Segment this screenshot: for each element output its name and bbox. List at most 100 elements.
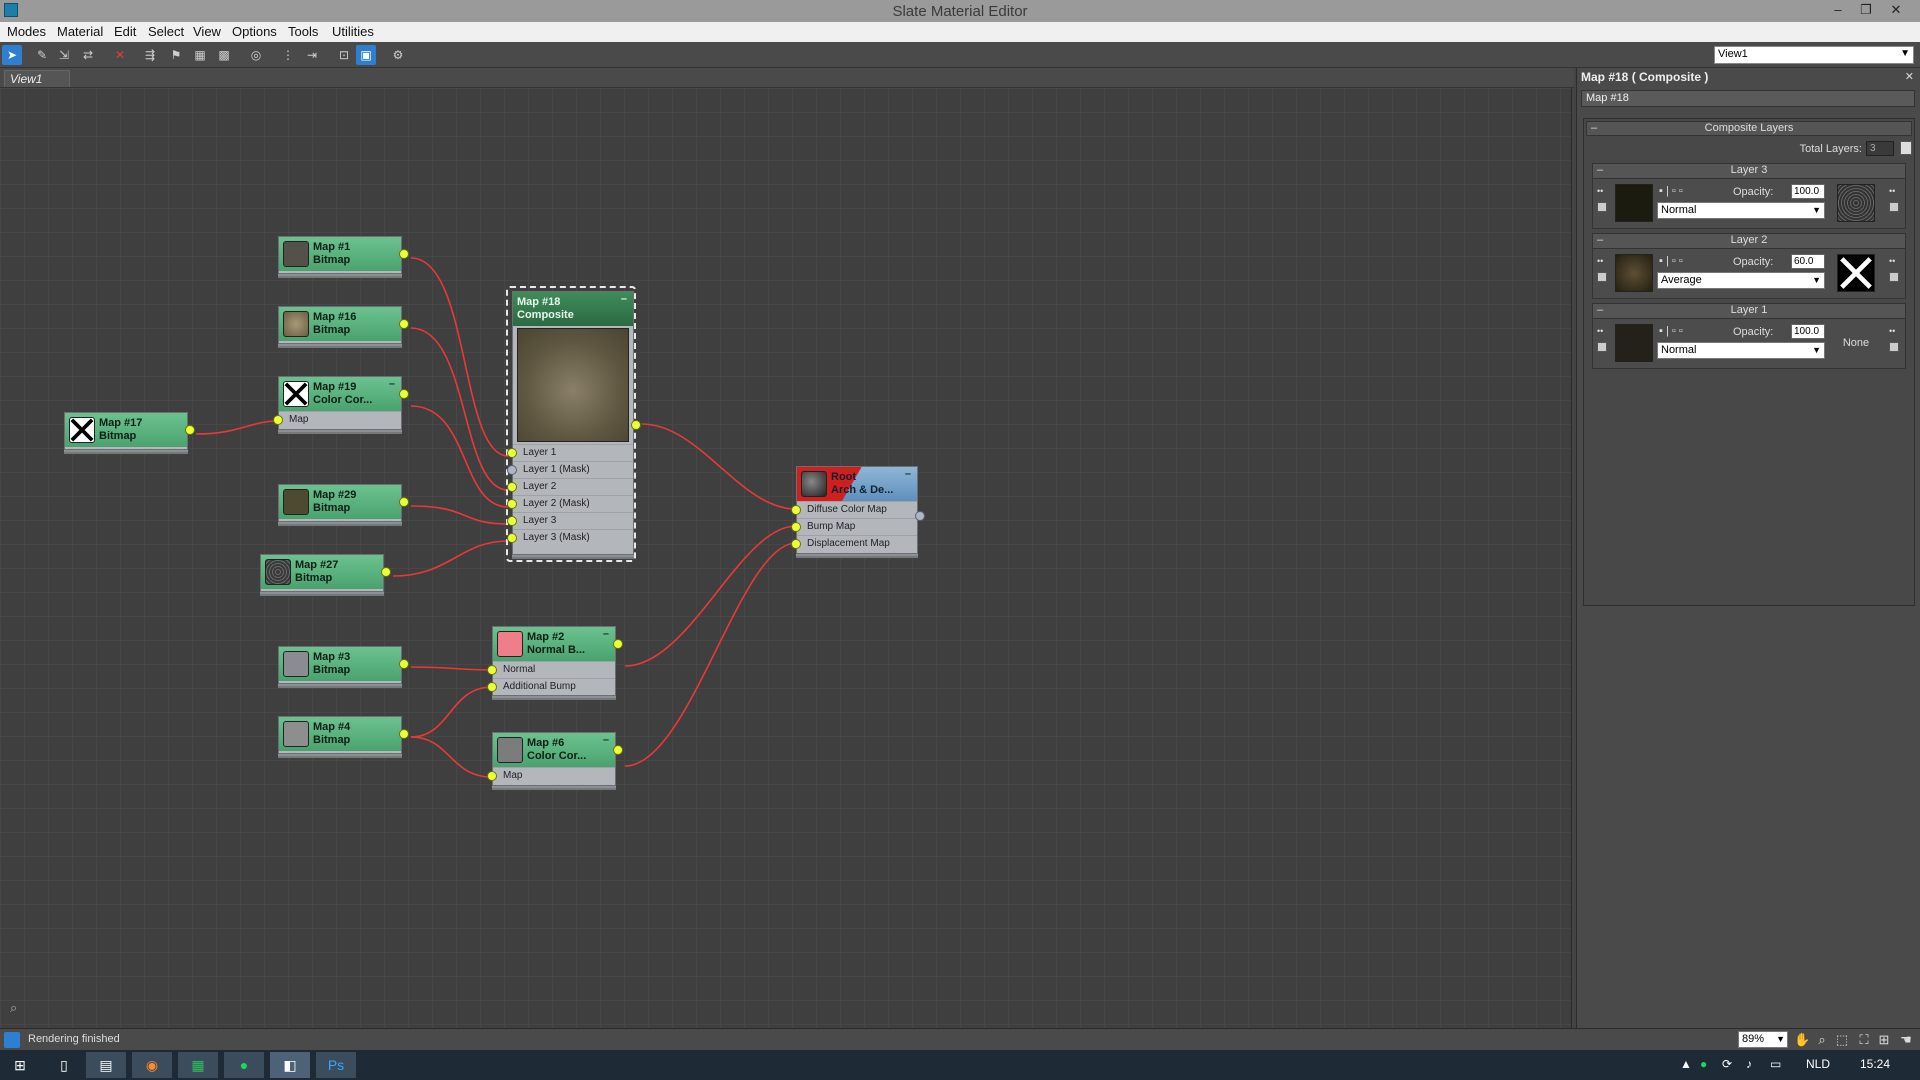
blend-mode-select[interactable]: Normal ▼ [1657,342,1825,359]
input-pin[interactable] [507,448,517,458]
node-map29[interactable]: Map #29 Bitmap [278,484,409,522]
add-layer-icon[interactable] [1900,141,1912,155]
pan-icon[interactable]: ✋ [1794,1032,1810,1048]
input-pin[interactable] [791,505,801,515]
collapse-icon[interactable]: – [1597,304,1603,316]
menu-select[interactable]: Select [148,24,184,39]
volume-icon[interactable]: ♪ [1746,1057,1752,1071]
input-pin[interactable] [487,665,497,675]
input-pin[interactable] [487,682,497,692]
node-map17[interactable]: Map #17 Bitmap [64,412,195,450]
delete-icon[interactable]: ✕ [110,45,130,65]
node-map16[interactable]: Map #16 Bitmap [278,306,409,344]
mask-color-correct-icon[interactable] [1889,272,1899,282]
visibility-icon[interactable]: •• [1597,326,1609,336]
layer-map-thumbnail[interactable] [1615,324,1653,362]
color-correct-icon[interactable] [1597,342,1607,352]
slot-bump-map[interactable]: Bump Map [791,518,917,535]
mask-none-button[interactable]: None [1837,324,1875,362]
node-map27[interactable]: Map #27 Bitmap [260,554,391,592]
output-pin[interactable] [185,425,195,435]
file-icon[interactable]: ▯ [44,1052,84,1078]
layer-map-thumbnail[interactable] [1615,184,1653,222]
node-map1[interactable]: Map #1 Bitmap [278,236,409,274]
clock[interactable]: 15:24 [1860,1057,1890,1071]
zoom-extents-selected-icon[interactable]: ⊞ [1876,1032,1892,1048]
material-map-browser-icon[interactable]: ⚙ [388,45,408,65]
mask-visibility-icon[interactable]: •• [1889,186,1901,196]
input-pin[interactable] [487,771,497,781]
layer-tools[interactable]: ▪ | ▫ ▫ [1659,185,1683,197]
collapse-icon[interactable]: – [1597,164,1603,176]
output-pin[interactable] [399,249,409,259]
node-map6[interactable]: Map #6 Color Cor... – Map [487,732,623,786]
menu-options[interactable]: Options [232,24,277,39]
language-indicator[interactable]: NLD [1806,1057,1830,1071]
minimize-button[interactable]: – [1828,2,1848,18]
mask-thumbnail[interactable] [1837,184,1875,222]
explorer-icon[interactable]: ▤ [86,1052,126,1078]
input-pin[interactable] [791,522,801,532]
restore-button[interactable]: ❐ [1856,2,1876,18]
zoom-region-icon[interactable]: ⬚ [1834,1032,1850,1048]
opacity-field[interactable]: 100.0 [1791,184,1825,199]
layer-header[interactable]: – Layer 3 [1593,164,1905,179]
close-icon[interactable]: ✕ [1905,70,1914,83]
slot-layer3-mask[interactable]: Layer 3 (Mask) [507,529,633,546]
put-material-icon[interactable]: ⇲ [54,45,74,65]
blend-mode-select[interactable]: Average ▼ [1657,272,1825,289]
slot-displacement-map[interactable]: Displacement Map [791,535,917,552]
menu-utilities[interactable]: Utilities [332,24,374,39]
input-pin[interactable] [791,539,801,549]
spreadsheet-icon[interactable]: ▦ [178,1052,218,1078]
slot-map[interactable]: Map [273,411,401,428]
layer-tools[interactable]: ▪ | ▫ ▫ [1659,255,1683,267]
layer-header[interactable]: – Layer 1 [1593,304,1905,319]
layout-vertical-icon[interactable]: ⋮ [278,45,298,65]
slot-layer3[interactable]: Layer 3 [507,512,633,529]
mask-visibility-icon[interactable]: •• [1889,256,1901,266]
start-icon[interactable]: ⊞ [0,1052,40,1078]
slot-map[interactable]: Map [487,767,615,784]
select-icon[interactable]: ➤ [2,45,22,65]
zoom-select[interactable]: 89% ▼ [1738,1031,1788,1048]
menu-tools[interactable]: Tools [288,24,318,39]
collapse-icon[interactable]: – [603,734,609,747]
visibility-icon[interactable]: •• [1597,186,1609,196]
menu-modes[interactable]: Modes [7,24,46,39]
input-pin[interactable] [507,533,517,543]
slot-normal[interactable]: Normal [487,661,615,678]
input-pin[interactable] [507,482,517,492]
mask-color-correct-icon[interactable] [1889,202,1899,212]
output-pin[interactable] [631,420,641,430]
color-correct-icon[interactable] [1597,202,1607,212]
node-map18[interactable]: Map #18 Composite – Layer 1 Layer 1 (Mas… [507,291,641,555]
collapse-icon[interactable]: – [389,378,395,391]
map-name-field[interactable]: Map #18 [1581,90,1915,107]
3dsmax-icon[interactable]: ◧ [270,1052,310,1078]
preview-icon[interactable]: ◎ [246,45,266,65]
layer-map-thumbnail[interactable] [1615,254,1653,292]
input-pin[interactable] [507,499,517,509]
tray-spotify-icon[interactable]: ● [1700,1057,1707,1071]
mask-visibility-icon[interactable]: •• [1889,326,1901,336]
node-map4[interactable]: Map #4 Bitmap [278,716,409,754]
close-button[interactable]: ✕ [1886,2,1906,18]
menu-view[interactable]: View [193,24,221,39]
node-map2[interactable]: Map #2 Normal B... – Normal Additional B… [487,626,623,696]
layout-horizontal-icon[interactable]: ⇥ [302,45,322,65]
node-root[interactable]: Root Arch & De... – Diffuse Color Map Bu… [791,466,925,554]
navigator-icon[interactable]: ⊡ [334,45,354,65]
slot-layer1[interactable]: Layer 1 [507,444,633,461]
menu-material[interactable]: Material [57,24,103,39]
pick-material-icon[interactable]: ✎ [32,45,52,65]
input-pin[interactable] [507,516,517,526]
x-icon[interactable] [1837,254,1875,292]
node-canvas[interactable]: Map #1 Bitmap Map #16 Bitmap Map #19 Col… [0,88,1572,1028]
output-pin[interactable] [399,319,409,329]
color-correct-icon[interactable] [1597,272,1607,282]
output-pin[interactable] [399,497,409,507]
output-pin[interactable] [399,729,409,739]
binoculars-icon[interactable]: ⌕ [10,1000,17,1016]
output-pin[interactable] [399,659,409,669]
